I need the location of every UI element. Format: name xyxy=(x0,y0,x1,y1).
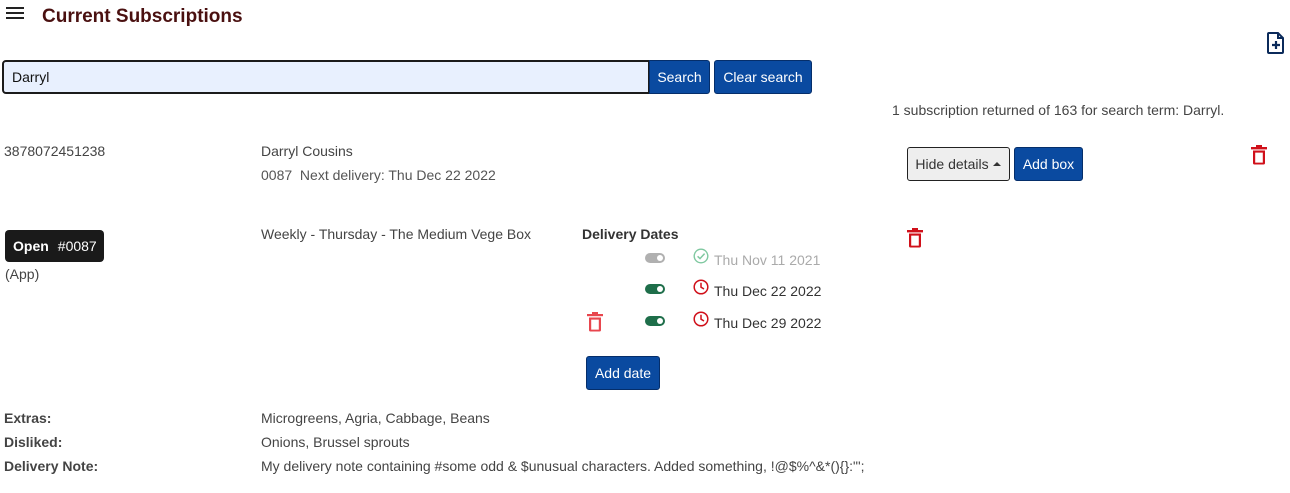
disliked-value: Onions, Brussel sprouts xyxy=(261,434,410,450)
delivery-date: Thu Nov 11 2021 xyxy=(714,252,821,268)
delivery-date: Thu Dec 29 2022 xyxy=(714,315,822,331)
clock-icon xyxy=(693,279,709,295)
search-button[interactable]: Search xyxy=(649,60,710,94)
delivery-date-toggle[interactable] xyxy=(645,284,665,294)
delivery-dates-heading: Delivery Dates xyxy=(582,226,679,242)
hamburger-menu-icon[interactable] xyxy=(6,4,24,20)
hide-details-button[interactable]: Hide details xyxy=(907,147,1010,181)
disliked-label: Disliked: xyxy=(4,434,63,450)
delivery-date-toggle[interactable] xyxy=(645,253,665,263)
delete-date-trash-icon[interactable] xyxy=(587,312,603,332)
next-delivery: 0087 Next delivery: Thu Dec 22 2022 xyxy=(261,167,496,183)
delivery-note-label: Delivery Note: xyxy=(4,458,99,474)
clock-icon xyxy=(693,311,709,327)
caret-up-icon xyxy=(992,162,1001,166)
status-badge: Open #0087 xyxy=(5,230,104,262)
extras-label: Extras: xyxy=(4,410,52,426)
delete-box-trash-icon[interactable] xyxy=(907,228,923,248)
search-result-count: 1 subscription returned of 163 for searc… xyxy=(892,102,1225,118)
order-source: (App) xyxy=(5,266,40,282)
search-field-wrapper xyxy=(2,60,650,94)
delete-subscription-trash-icon[interactable] xyxy=(1251,145,1267,165)
customer-name: Darryl Cousins xyxy=(261,143,353,159)
page-title: Current Subscriptions xyxy=(42,6,243,27)
order-number: #0087 xyxy=(57,238,97,254)
status-label: Open xyxy=(13,238,49,254)
delivery-date-toggle[interactable] xyxy=(645,316,665,326)
delivery-note-value: My delivery note containing #some odd & … xyxy=(261,458,865,474)
delivery-date: Thu Dec 22 2022 xyxy=(714,283,822,299)
file-plus-icon[interactable] xyxy=(1266,32,1286,54)
extras-value: Microgreens, Agria, Cabbage, Beans xyxy=(261,410,490,426)
add-box-button[interactable]: Add box xyxy=(1014,147,1083,181)
search-input[interactable] xyxy=(2,60,650,94)
check-circle-icon xyxy=(693,248,709,264)
clear-search-button[interactable]: Clear search xyxy=(714,60,812,94)
add-date-button[interactable]: Add date xyxy=(586,356,660,390)
hide-details-label: Hide details xyxy=(915,156,989,172)
subscription-id: 3878072451238 xyxy=(4,143,106,159)
box-description: Weekly - Thursday - The Medium Vege Box xyxy=(261,226,532,242)
